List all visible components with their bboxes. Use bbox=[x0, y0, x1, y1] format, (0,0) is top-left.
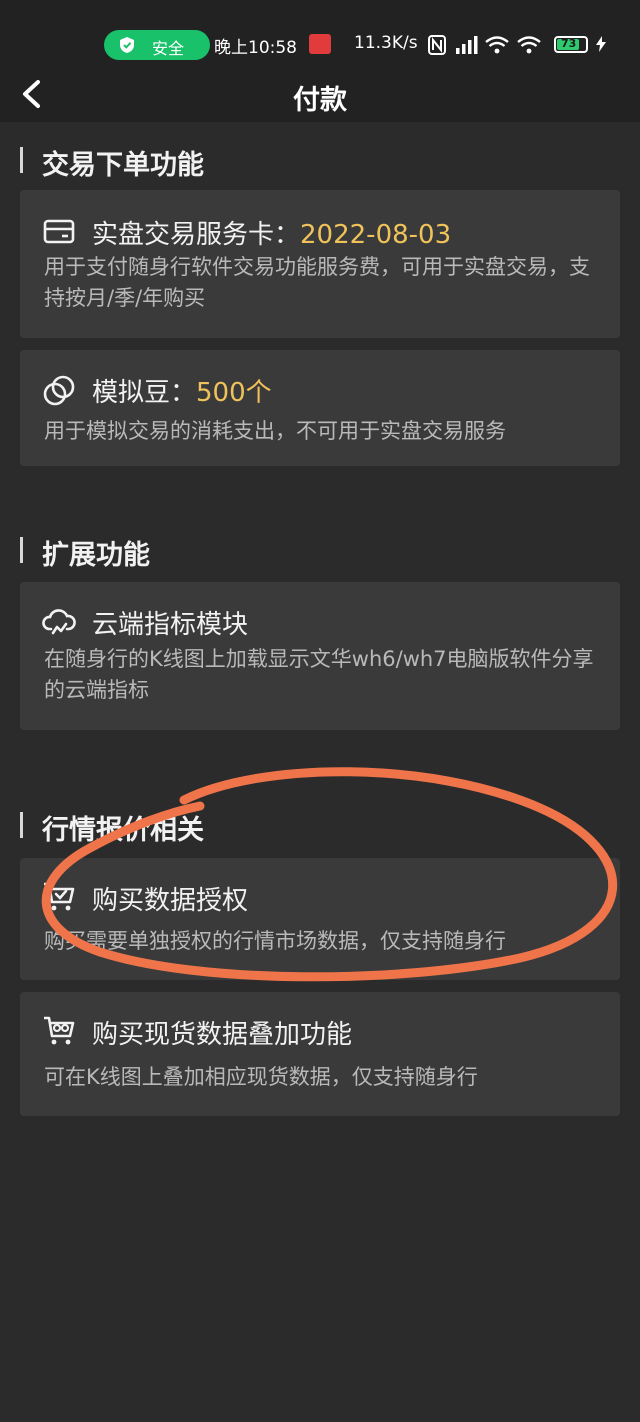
item-title: 实盘交易服务卡：2022-08-03 bbox=[92, 220, 452, 250]
clock: 晚上10:58 bbox=[214, 38, 297, 58]
signal-icon bbox=[456, 36, 478, 54]
wifi-icon bbox=[485, 36, 509, 54]
item-description: 购买需要单独授权的行情市场数据，仅支持随身行 bbox=[44, 929, 506, 953]
app-notification-icon bbox=[309, 34, 331, 54]
wifi-icon bbox=[517, 36, 541, 54]
section-title: 交易下单功能 bbox=[42, 150, 204, 181]
security-label: 安全 bbox=[152, 39, 185, 58]
battery-icon: 73 bbox=[554, 36, 588, 53]
nav-bar: 付款 bbox=[0, 66, 640, 122]
item-title: 购买数据授权 bbox=[92, 886, 249, 916]
network-speed: 11.3K/s bbox=[354, 33, 418, 53]
item-title: 模拟豆：500个 bbox=[92, 378, 272, 408]
item-description: 用于模拟交易的消耗支出，不可用于实盘交易服务 bbox=[44, 419, 506, 443]
status-icons bbox=[428, 35, 541, 55]
item-sim-beans[interactable]: 模拟豆：500个 用于模拟交易的消耗支出，不可用于实盘交易服务 bbox=[20, 350, 620, 466]
battery-level: 73 bbox=[561, 37, 577, 50]
item-buy-data-license[interactable]: 购买数据授权 购买需要单独授权的行情市场数据，仅支持随身行 bbox=[20, 858, 620, 980]
item-title: 云端指标模块 bbox=[92, 610, 249, 640]
cloud-icon bbox=[42, 609, 76, 635]
cart-check-icon bbox=[44, 882, 75, 911]
section-title: 行情报价相关 bbox=[42, 815, 204, 846]
bean-count: 500个 bbox=[196, 378, 272, 408]
section-marker bbox=[20, 147, 23, 173]
charging-icon bbox=[596, 36, 606, 52]
item-trading-service-card[interactable]: 实盘交易服务卡：2022-08-03 用于支付随身行软件交易功能服务费，可用于实… bbox=[20, 190, 620, 338]
shield-icon bbox=[120, 37, 134, 53]
section-title: 扩展功能 bbox=[42, 540, 150, 571]
card-icon bbox=[43, 219, 75, 244]
item-description: 可在K线图上叠加相应现货数据，仅支持随身行 bbox=[44, 1065, 478, 1089]
item-description: 用于支付随身行软件交易功能服务费，可用于实盘交易，支持按月/季/年购买 bbox=[44, 255, 590, 310]
item-spot-data-overlay[interactable]: 购买现货数据叠加功能 可在K线图上叠加相应现货数据，仅支持随身行 bbox=[20, 992, 620, 1116]
nfc-icon bbox=[428, 35, 446, 55]
page-title: 付款 bbox=[293, 85, 347, 116]
item-title: 购买现货数据叠加功能 bbox=[92, 1020, 353, 1050]
section-marker bbox=[20, 812, 23, 838]
status-bar: 安全 晚上10:58 11.3K/s 73 bbox=[0, 0, 640, 66]
security-badge[interactable]: 安全 bbox=[104, 30, 210, 60]
cart-plus-icon bbox=[44, 1016, 75, 1045]
section-marker bbox=[20, 537, 23, 563]
item-description: 在随身行的K线图上加载显示文华wh6/wh7电脑版软件分享的云端指标 bbox=[44, 647, 594, 702]
expiry-date: 2022-08-03 bbox=[300, 220, 452, 250]
bean-icon bbox=[43, 375, 75, 406]
item-cloud-indicators[interactable]: 云端指标模块 在随身行的K线图上加载显示文华wh6/wh7电脑版软件分享的云端指… bbox=[20, 582, 620, 730]
